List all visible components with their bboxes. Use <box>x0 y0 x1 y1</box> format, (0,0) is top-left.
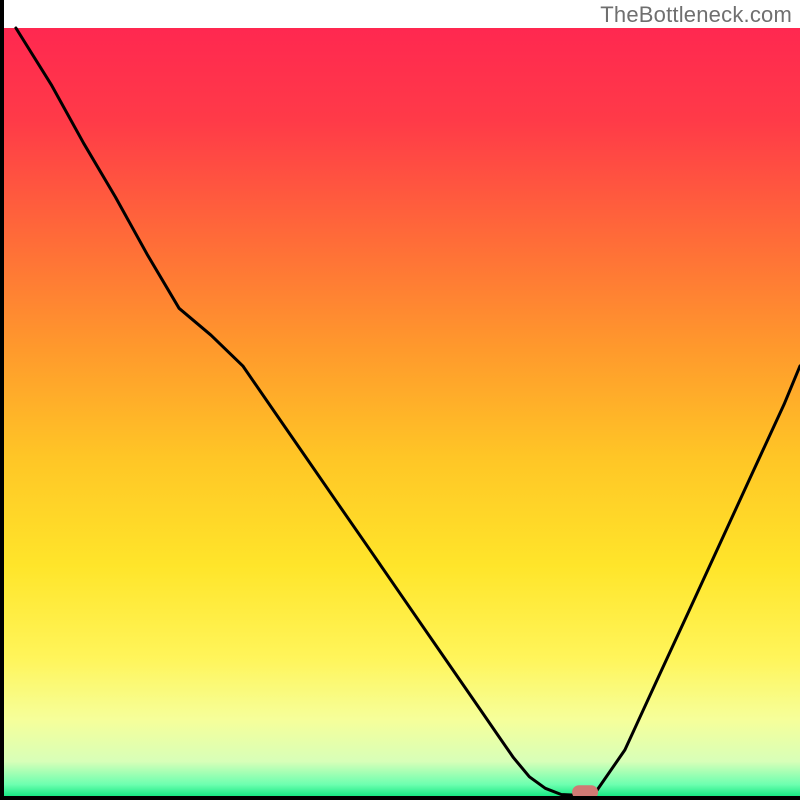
chart-svg <box>0 0 800 800</box>
gradient-background <box>4 28 800 796</box>
watermark-text: TheBottleneck.com <box>600 2 792 28</box>
bottleneck-chart: TheBottleneck.com <box>0 0 800 800</box>
